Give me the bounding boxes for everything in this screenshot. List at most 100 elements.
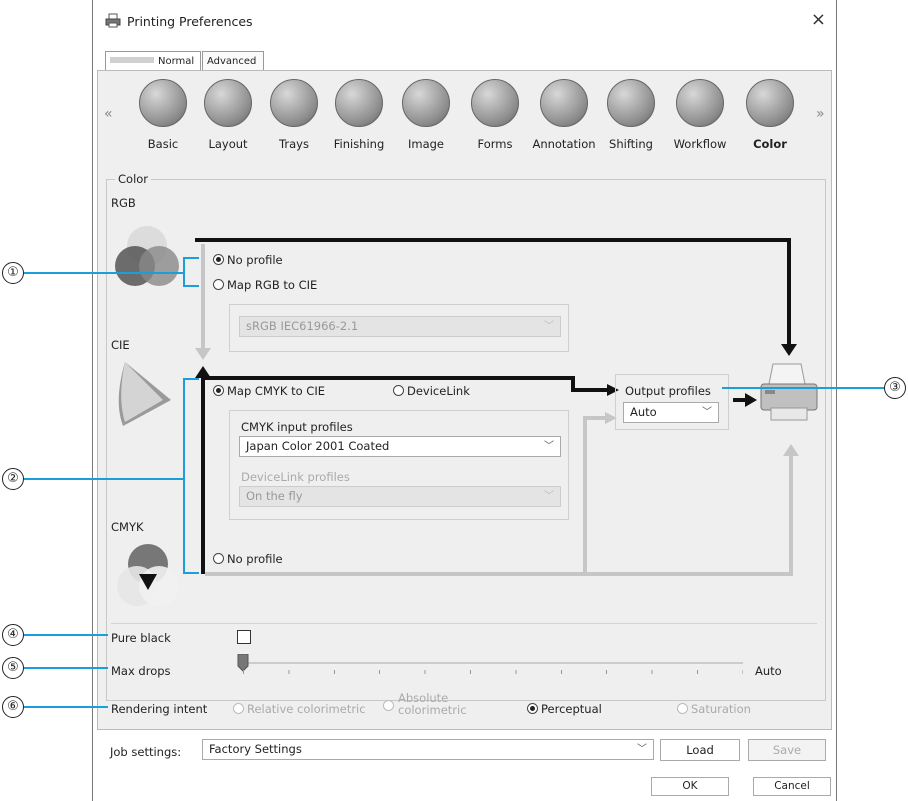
- callout-6: ⑥: [2, 696, 24, 718]
- ok-button[interactable]: OK: [651, 777, 729, 796]
- callout-6-line: [24, 706, 108, 708]
- toolbar-basic[interactable]: Basic: [127, 79, 199, 151]
- callout-1-bracket-bottom: [183, 285, 199, 287]
- intent-relative-radio[interactable]: Relative colorimetric: [233, 702, 366, 716]
- max-drops-auto: Auto: [755, 664, 782, 678]
- devicelink-profiles-select[interactable]: On the fly ﹀: [239, 486, 561, 507]
- job-settings-label: Job settings:: [110, 745, 182, 759]
- callout-2-line: [24, 478, 184, 480]
- rgb-profile-select[interactable]: sRGB IEC61966-2.1 ﹀: [239, 316, 561, 337]
- flow-line: [583, 416, 605, 420]
- flow-line: [733, 398, 745, 402]
- cancel-button[interactable]: Cancel: [753, 777, 831, 796]
- flow-line: [201, 244, 205, 348]
- job-settings-select[interactable]: Factory Settings ﹀: [202, 739, 654, 760]
- toolbar-trays[interactable]: Trays: [258, 79, 330, 151]
- category-toolbar: « Basic Layout Trays Finishing Image For…: [98, 71, 831, 166]
- intent-saturation-radio[interactable]: Saturation: [677, 702, 751, 716]
- callout-1: ①: [2, 262, 24, 284]
- flow-line: [205, 572, 793, 576]
- scroll-right-button[interactable]: »: [816, 106, 825, 122]
- annotation-icon: [540, 79, 588, 127]
- callout-1-bracket-top: [183, 257, 199, 259]
- cmyk-venn-icon: [117, 544, 179, 606]
- close-button[interactable]: ×: [811, 9, 826, 30]
- color-panel: « Basic Layout Trays Finishing Image For…: [97, 70, 832, 761]
- callout-2-bracket: [183, 378, 185, 574]
- max-drops-label: Max drops: [111, 664, 171, 678]
- output-printer-icon: [760, 363, 818, 421]
- intent-absolute-radio[interactable]: Absolute colorimetric: [383, 692, 473, 716]
- rendering-intent-label: Rendering intent: [111, 702, 208, 716]
- max-drops-ticks: [243, 670, 743, 674]
- callout-2: ②: [2, 468, 24, 490]
- toolbar-image[interactable]: Image: [390, 79, 462, 151]
- save-button[interactable]: Save: [748, 739, 826, 761]
- basic-icon: [139, 79, 187, 127]
- color-group-label: Color: [115, 172, 152, 186]
- trays-icon: [270, 79, 318, 127]
- flow-line: [201, 374, 205, 574]
- flow-line: [205, 376, 575, 380]
- toolbar-forms[interactable]: Forms: [459, 79, 531, 151]
- cmyk-no-profile-radio[interactable]: No profile: [213, 552, 283, 566]
- rgb-no-profile-radio[interactable]: No profile: [213, 253, 283, 267]
- color-group: Color RGB CIE CMYK No profile Map RGB to…: [106, 172, 826, 716]
- rgb-label: RGB: [111, 196, 136, 210]
- cie-gamut-icon: [118, 362, 171, 426]
- finishing-icon: [335, 79, 383, 127]
- divider: [111, 623, 817, 624]
- layout-icon: [204, 79, 252, 127]
- pure-black-label: Pure black: [111, 631, 171, 645]
- callout-4-line: [24, 634, 108, 636]
- max-drops-track: [243, 662, 743, 664]
- toolbar-finishing[interactable]: Finishing: [323, 79, 395, 151]
- image-icon: [402, 79, 450, 127]
- map-cmyk-radio[interactable]: Map CMYK to CIE: [213, 384, 325, 398]
- callout-3-line: [722, 387, 884, 389]
- toolbar-shifting[interactable]: Shifting: [595, 79, 667, 151]
- scroll-left-button[interactable]: «: [104, 106, 113, 122]
- title-bar: Printing Preferences ×: [93, 0, 836, 40]
- toolbar-layout[interactable]: Layout: [192, 79, 264, 151]
- toolbar-annotation[interactable]: Annotation: [528, 79, 600, 151]
- callout-2-bracket-bottom: [183, 572, 199, 574]
- flow-line: [583, 418, 587, 574]
- cmyk-input-label: CMYK input profiles: [241, 420, 353, 434]
- flow-line: [789, 456, 793, 576]
- printer-icon: [105, 13, 121, 28]
- cie-label: CIE: [111, 338, 130, 352]
- tab-normal[interactable]: Normal: [105, 51, 201, 71]
- workflow-icon: [676, 79, 724, 127]
- rgb-venn-icon: [115, 226, 179, 286]
- tab-advanced[interactable]: Advanced: [202, 51, 264, 71]
- devicelink-radio[interactable]: DeviceLink: [393, 384, 470, 398]
- flow-arrowhead: [195, 348, 211, 360]
- callout-5: ⑤: [2, 657, 24, 679]
- pure-black-checkbox[interactable]: [237, 630, 251, 644]
- flow-arrowhead: [783, 444, 799, 456]
- cmyk-label: CMYK: [111, 520, 144, 534]
- flow-arrowhead: [745, 393, 757, 407]
- shifting-icon: [607, 79, 655, 127]
- toolbar-color[interactable]: Color: [734, 79, 806, 151]
- output-profiles-select[interactable]: Auto ﹀: [623, 402, 719, 423]
- blurred-logo: [110, 57, 154, 63]
- rgb-map-radio[interactable]: Map RGB to CIE: [213, 278, 317, 292]
- color-icon: [746, 79, 794, 127]
- load-button[interactable]: Load: [660, 739, 740, 761]
- callout-3: ③: [884, 377, 906, 399]
- flow-line: [195, 238, 791, 242]
- callout-2-bracket-top: [183, 378, 199, 380]
- callout-1-bracket: [183, 257, 185, 287]
- callout-4: ④: [2, 624, 24, 646]
- printing-preferences-window: Printing Preferences × Normal Advanced «…: [92, 0, 837, 801]
- forms-icon: [471, 79, 519, 127]
- window-title: Printing Preferences: [127, 14, 253, 29]
- cmyk-input-select[interactable]: Japan Color 2001 Coated ﹀: [239, 436, 561, 457]
- toolbar-workflow[interactable]: Workflow: [664, 79, 736, 151]
- flow-arrowhead: [781, 344, 797, 356]
- output-profiles-label: Output profiles: [625, 384, 711, 398]
- flow-line: [787, 238, 791, 346]
- intent-perceptual-radio[interactable]: Perceptual: [527, 702, 602, 716]
